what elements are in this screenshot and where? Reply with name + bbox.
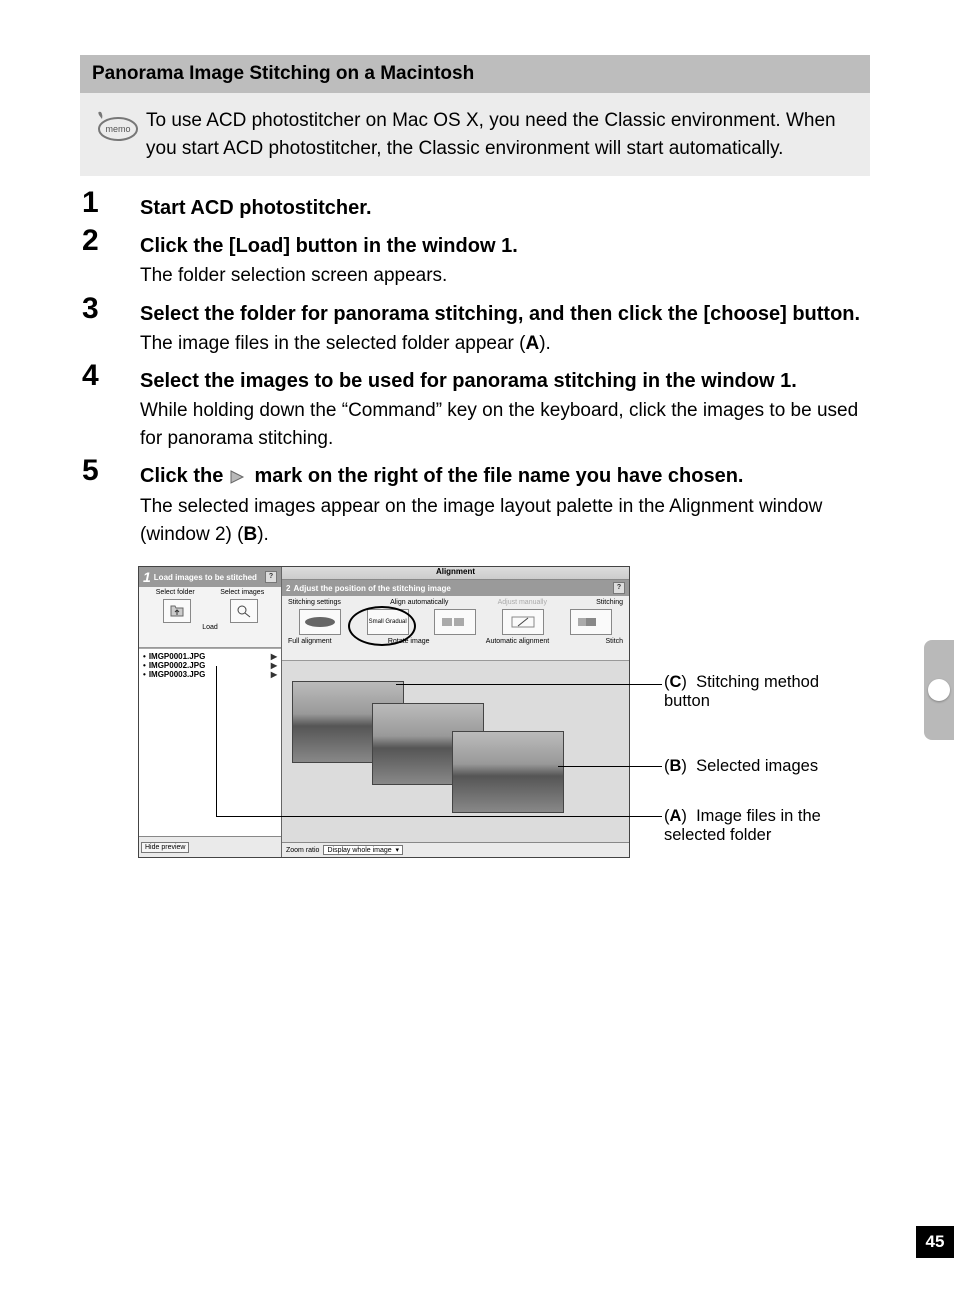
callout-line-c xyxy=(396,684,662,685)
app-window: 1 Load images to be stitched ? Select fo… xyxy=(138,566,630,858)
left-pane-header: 1 Load images to be stitched ? xyxy=(139,567,281,587)
step-title: Click the mark on the right of the file … xyxy=(140,462,870,491)
step-number: 2 xyxy=(80,226,140,256)
step-number: 4 xyxy=(80,361,140,391)
layout-image[interactable] xyxy=(452,731,564,813)
right-pane-step-num: 2 xyxy=(286,584,290,593)
file-row[interactable]: •IMGP0003.JPG▶ xyxy=(143,670,277,679)
rotate-image-label: Rotate image xyxy=(388,638,430,645)
tb-label: Stitching settings xyxy=(288,599,341,606)
step-number: 5 xyxy=(80,456,140,486)
auto-align-label: Automatic alignment xyxy=(486,638,549,645)
zoom-ratio-label: Zoom ratio xyxy=(286,847,319,854)
right-pane-header: 2 Adjust the position of the stitching i… xyxy=(282,580,629,596)
callout-line-a xyxy=(216,816,662,817)
select-images-icon[interactable] xyxy=(230,599,258,623)
tb-label: Adjust manually xyxy=(498,599,547,606)
arrow-right-icon[interactable]: ▶ xyxy=(271,652,277,661)
auto-align-button[interactable] xyxy=(434,609,476,635)
step-title: Start ACD photostitcher. xyxy=(140,194,870,222)
right-pane-header-text: Adjust the position of the stitching ima… xyxy=(293,584,450,593)
file-row[interactable]: •IMGP0002.JPG▶ xyxy=(143,661,277,670)
step-number: 1 xyxy=(80,188,140,218)
tb-label: Align automatically xyxy=(390,599,448,606)
step-5: 5 Click the mark on the right of the fil… xyxy=(80,456,870,548)
step-3: 3 Select the folder for panorama stitchi… xyxy=(80,294,870,358)
arrow-mark-icon xyxy=(229,463,249,491)
load-label: Load xyxy=(143,624,277,631)
window-title: Alignment xyxy=(282,567,629,580)
memo-block: memo To use ACD photostitcher on Mac OS … xyxy=(80,93,870,176)
side-tab xyxy=(924,640,954,740)
hide-preview-button[interactable]: Hide preview xyxy=(141,842,189,853)
step-title: Select the images to be used for panoram… xyxy=(140,367,870,395)
memo-text: To use ACD photostitcher on Mac OS X, yo… xyxy=(146,107,852,162)
step-4: 4 Select the images to be used for panor… xyxy=(80,361,870,452)
right-pane: Alignment 2 Adjust the position of the s… xyxy=(282,567,629,857)
step-title: Click the [Load] button in the window 1. xyxy=(140,232,870,260)
small-gradual-label: Small Gradual xyxy=(367,609,409,635)
arrow-right-icon[interactable]: ▶ xyxy=(271,670,277,679)
callout-line-b xyxy=(558,766,662,767)
full-alignment-label: Full alignment xyxy=(288,638,332,645)
step-2: 2 Click the [Load] button in the window … xyxy=(80,226,870,290)
left-pane-step-num: 1 xyxy=(143,569,151,585)
section-header: Panorama Image Stitching on a Macintosh xyxy=(80,55,870,93)
toolbar: Stitching settings Align automatically A… xyxy=(282,596,629,661)
stitching-method-button[interactable] xyxy=(299,609,341,635)
step-1: 1 Start ACD photostitcher. xyxy=(80,188,870,222)
file-list: •IMGP0001.JPG▶ •IMGP0002.JPG▶ •IMGP0003.… xyxy=(139,648,281,836)
left-pane-header-text: Load images to be stitched xyxy=(154,573,257,582)
callout-a: (A) Image files in the selected folder xyxy=(664,807,864,845)
left-pane: 1 Load images to be stitched ? Select fo… xyxy=(139,567,282,857)
image-layout-palette[interactable] xyxy=(282,661,629,842)
stitch-button[interactable] xyxy=(570,609,612,635)
side-tab-marker-icon xyxy=(928,679,950,701)
svg-text:memo: memo xyxy=(105,124,130,134)
help-icon[interactable]: ? xyxy=(613,582,625,594)
arrow-right-icon[interactable]: ▶ xyxy=(271,661,277,670)
step-title-post: mark on the right of the file name you h… xyxy=(254,465,743,487)
step-number: 3 xyxy=(80,294,140,324)
step-description: The image files in the selected folder a… xyxy=(140,330,870,358)
callout-line-a-vert xyxy=(216,666,217,817)
step-title: Select the folder for panorama stitching… xyxy=(140,300,870,328)
callout-c: (C) Stitching method button xyxy=(664,673,854,711)
memo-icon: memo xyxy=(88,107,146,148)
steps-list: 1 Start ACD photostitcher. 2 Click the [… xyxy=(80,188,870,548)
load-folder-icon[interactable] xyxy=(163,599,191,623)
file-row[interactable]: •IMGP0001.JPG▶ xyxy=(143,652,277,661)
adjust-manual-button[interactable] xyxy=(502,609,544,635)
stitch-label: Stitch xyxy=(605,638,623,645)
tb-label: Stitching xyxy=(596,599,623,606)
figure-screenshot: 1 Load images to be stitched ? Select fo… xyxy=(138,566,858,866)
select-images-label: Select images xyxy=(220,589,264,596)
page-number: 45 xyxy=(916,1226,954,1258)
select-folder-label: Select folder xyxy=(156,589,195,596)
help-icon[interactable]: ? xyxy=(265,571,277,583)
status-bar: Zoom ratio Display whole image ▾ xyxy=(282,842,629,857)
step-description: While holding down the “Command” key on … xyxy=(140,397,870,452)
callout-b: (B) Selected images xyxy=(664,757,864,776)
step-title-pre: Click the xyxy=(140,465,229,487)
zoom-select[interactable]: Display whole image ▾ xyxy=(323,845,403,855)
step-description: The folder selection screen appears. xyxy=(140,262,870,290)
step-description: The selected images appear on the image … xyxy=(140,493,870,548)
